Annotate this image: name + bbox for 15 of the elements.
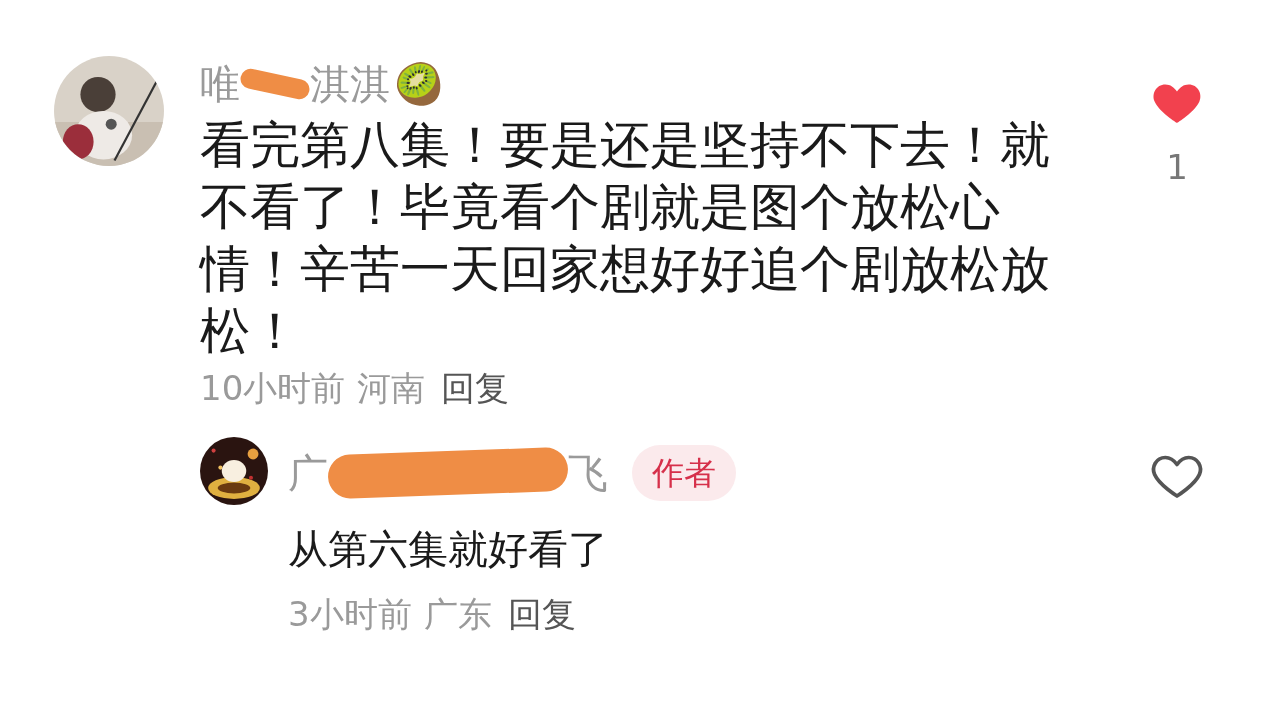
comment-location: 河南 (357, 368, 426, 408)
comment-text: 从第六集就好看了 (288, 526, 608, 572)
comment-location: 广东 (423, 594, 492, 634)
like-count: 1 (1166, 146, 1188, 189)
user-name[interactable]: 广 (288, 453, 328, 493)
user-name[interactable]: 唯 (200, 64, 240, 104)
reply-link[interactable]: 回复 (507, 594, 576, 634)
user-name[interactable]: 淇淇 (310, 64, 390, 104)
comment-text: 看完第八集！要是还是坚持不下去！就不看了！毕竟看个剧就是图个放松心情！辛苦一天回家想好好追个剧放松放松！ (200, 115, 1051, 362)
user-name[interactable]: 飞 (568, 453, 608, 493)
kiwi-emoji: 🥝 (394, 64, 444, 104)
comment-time: 3小时前 (288, 594, 412, 634)
comment-time: 10小时前 (200, 368, 346, 408)
author-badge: 作者 (632, 445, 736, 501)
reply-link[interactable]: 回复 (441, 368, 510, 408)
